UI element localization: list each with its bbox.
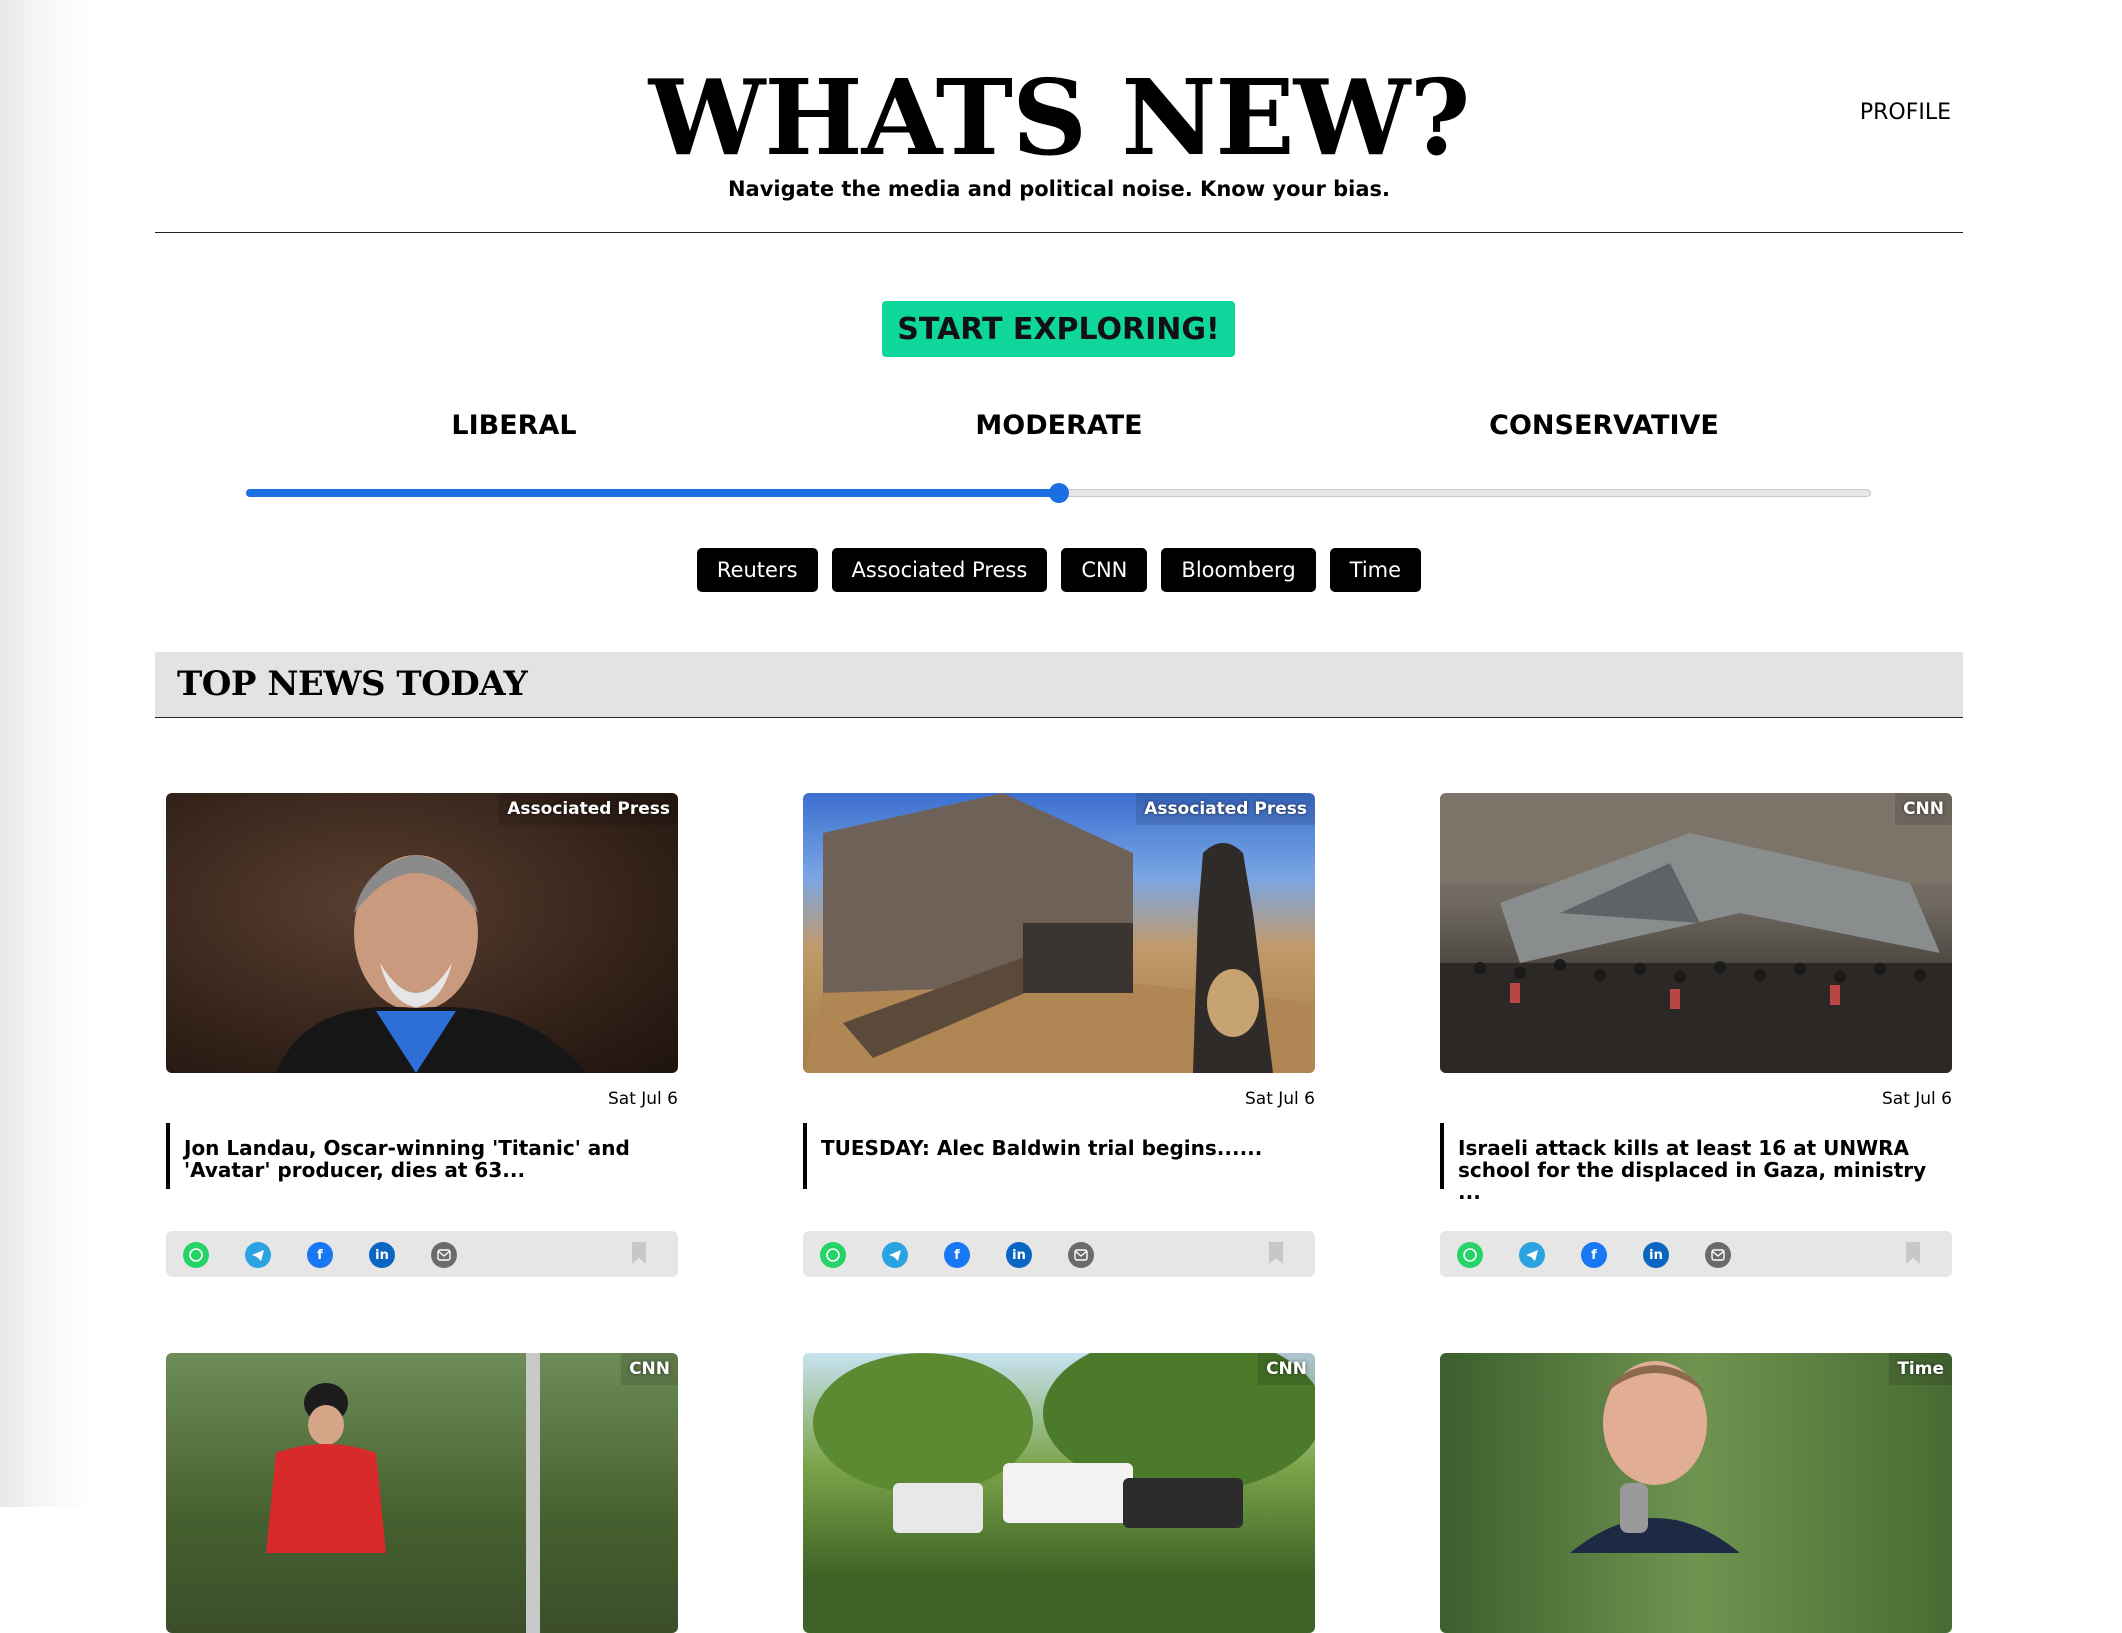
card-source-label: Associated Press xyxy=(1136,793,1315,825)
whatsapp-icon[interactable] xyxy=(820,1242,846,1268)
source-chip-bloomberg[interactable]: Bloomberg xyxy=(1161,548,1316,592)
share-bar: f in xyxy=(1440,1231,1952,1277)
tagline: Navigate the media and political noise. … xyxy=(727,177,1391,201)
bias-label-conservative: CONSERVATIVE xyxy=(1489,410,1719,441)
email-icon[interactable] xyxy=(1705,1242,1731,1268)
telegram-icon[interactable] xyxy=(245,1242,271,1268)
start-exploring-button[interactable]: START EXPLORING! xyxy=(882,301,1235,357)
bias-slider-thumb[interactable] xyxy=(1048,483,1069,503)
linkedin-icon[interactable]: in xyxy=(1643,1242,1669,1268)
article-headline[interactable]: Israeli attack kills at least 16 at UNWR… xyxy=(1440,1123,1940,1203)
linkedin-icon[interactable]: in xyxy=(369,1242,395,1268)
card-source-label: CNN xyxy=(1895,793,1952,825)
telegram-icon[interactable] xyxy=(882,1242,908,1268)
news-card: Time xyxy=(1440,1353,1952,1633)
source-chip-cnn[interactable]: CNN xyxy=(1061,548,1148,592)
source-chip-associated-press[interactable]: Associated Press xyxy=(831,548,1048,592)
bias-slider[interactable] xyxy=(246,483,1871,505)
bias-label-liberal: LIBERAL xyxy=(451,410,577,441)
share-bar: f in xyxy=(803,1231,1315,1277)
bias-label-moderate: MODERATE xyxy=(975,410,1143,441)
crowd-photo xyxy=(1440,793,1952,1073)
news-card: CNN xyxy=(803,1353,1315,1633)
share-bar: f in xyxy=(166,1231,678,1277)
news-card: CNN Sat Jul 6 Israeli attack kills at le… xyxy=(1440,793,1952,1277)
email-icon[interactable] xyxy=(431,1242,457,1268)
article-image[interactable]: CNN xyxy=(1440,793,1952,1073)
article-date: Sat Jul 6 xyxy=(1881,1089,1952,1109)
source-chip-reuters[interactable]: Reuters xyxy=(696,548,818,592)
header-divider xyxy=(155,232,1963,233)
source-filter-list: Reuters Associated Press CNN Bloomberg T… xyxy=(155,548,1963,592)
bookmark-icon[interactable] xyxy=(630,1241,648,1265)
cyclist-photo xyxy=(266,1353,540,1633)
site-title: WHATS NEW? xyxy=(648,56,1471,179)
article-headline[interactable]: Jon Landau, Oscar-winning 'Titanic' and … xyxy=(166,1123,666,1189)
bias-slider-fill xyxy=(246,489,1059,497)
article-headline[interactable]: TUESDAY: Alec Baldwin trial begins...... xyxy=(803,1123,1303,1189)
email-icon[interactable] xyxy=(1068,1242,1094,1268)
page-left-shadow xyxy=(0,0,90,1507)
card-source-label: CNN xyxy=(621,1353,678,1385)
news-card: Associated Press Sat Jul 6 Jon Landau, O… xyxy=(166,793,678,1277)
card-source-label: Time xyxy=(1889,1353,1952,1385)
card-source-label: Associated Press xyxy=(499,793,678,825)
page-container: WHATS NEW? Navigate the media and politi… xyxy=(155,0,1963,1633)
film-set-photo xyxy=(803,793,1315,1073)
news-card: Associated Press Sat Jul 6 TUESDAY: Alec… xyxy=(803,793,1315,1277)
article-image[interactable]: CNN xyxy=(166,1353,678,1633)
top-news-header: TOP NEWS TODAY xyxy=(155,652,1963,718)
news-card: CNN xyxy=(166,1353,678,1633)
whatsapp-icon[interactable] xyxy=(1457,1242,1483,1268)
whatsapp-icon[interactable] xyxy=(183,1242,209,1268)
bookmark-icon[interactable] xyxy=(1267,1241,1285,1265)
profile-link[interactable]: PROFILE xyxy=(1860,100,1951,125)
facebook-icon[interactable]: f xyxy=(307,1242,333,1268)
article-date: Sat Jul 6 xyxy=(1244,1089,1315,1109)
police-scene-photo xyxy=(813,1353,1315,1533)
section-title: TOP NEWS TODAY xyxy=(177,664,528,704)
article-image[interactable]: Time xyxy=(1440,1353,1952,1633)
source-chip-time[interactable]: Time xyxy=(1329,548,1422,592)
bookmark-icon[interactable] xyxy=(1904,1241,1922,1265)
article-image[interactable]: Associated Press xyxy=(803,793,1315,1073)
linkedin-icon[interactable]: in xyxy=(1006,1242,1032,1268)
portrait-photo xyxy=(1570,1361,1740,1553)
article-image[interactable]: Associated Press xyxy=(166,793,678,1073)
facebook-icon[interactable]: f xyxy=(944,1242,970,1268)
portrait-photo xyxy=(276,855,586,1073)
facebook-icon[interactable]: f xyxy=(1581,1242,1607,1268)
card-source-label: CNN xyxy=(1258,1353,1315,1385)
article-image[interactable]: CNN xyxy=(803,1353,1315,1633)
telegram-icon[interactable] xyxy=(1519,1242,1545,1268)
article-date: Sat Jul 6 xyxy=(607,1089,678,1109)
